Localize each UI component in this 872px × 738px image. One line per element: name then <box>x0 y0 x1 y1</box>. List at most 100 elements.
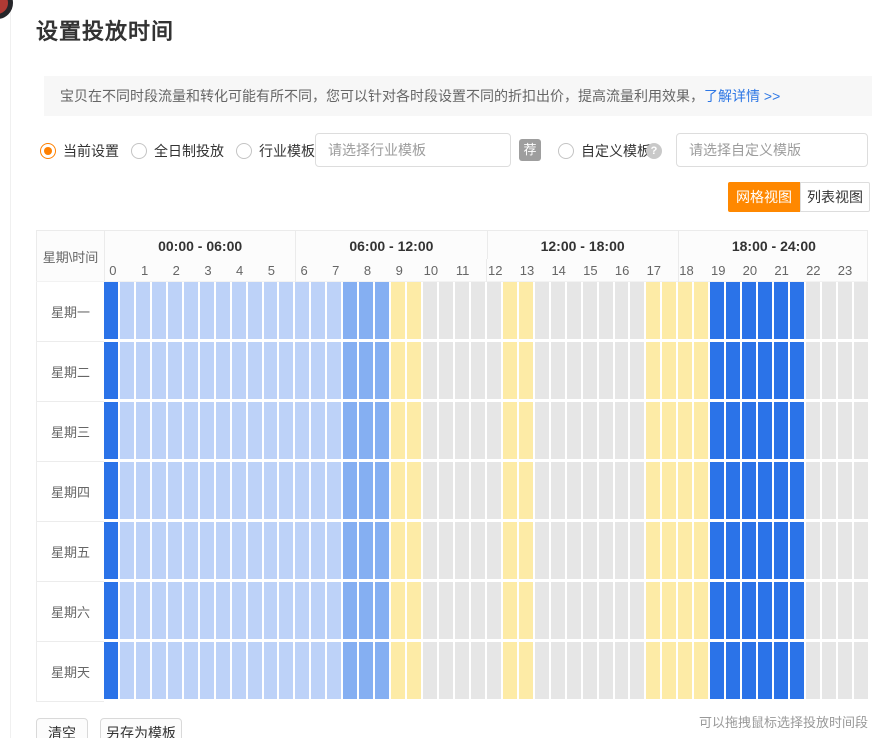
time-slot-cell[interactable] <box>646 522 660 579</box>
time-slot-cell[interactable] <box>694 582 708 639</box>
time-slot-cell[interactable] <box>136 462 150 519</box>
time-slot-cell[interactable] <box>359 462 373 519</box>
time-slot-cell[interactable] <box>630 402 644 459</box>
time-slot-cell[interactable] <box>567 282 581 339</box>
time-slot-cell[interactable] <box>487 582 501 639</box>
time-slot-cell[interactable] <box>567 522 581 579</box>
time-slot-cell[interactable] <box>503 522 517 579</box>
time-slot-cell[interactable] <box>551 582 565 639</box>
time-slot-cell[interactable] <box>343 282 357 339</box>
time-slot-cell[interactable] <box>184 342 198 399</box>
time-slot-cell[interactable] <box>487 282 501 339</box>
time-slot-cell[interactable] <box>662 402 676 459</box>
time-slot-cell[interactable] <box>694 342 708 399</box>
time-slot-cell[interactable] <box>519 522 533 579</box>
time-slot-cell[interactable] <box>359 522 373 579</box>
time-slot-cell[interactable] <box>854 402 868 459</box>
time-slot-cell[interactable] <box>630 642 644 699</box>
time-slot-cell[interactable] <box>790 282 804 339</box>
time-slot-cell[interactable] <box>232 462 246 519</box>
time-slot-cell[interactable] <box>630 522 644 579</box>
time-slot-cell[interactable] <box>567 582 581 639</box>
time-slot-cell[interactable] <box>311 462 325 519</box>
time-slot-cell[interactable] <box>854 282 868 339</box>
time-slot-cell[interactable] <box>311 582 325 639</box>
time-slot-cell[interactable] <box>838 522 852 579</box>
time-slot-cell[interactable] <box>391 462 405 519</box>
time-slot-cell[interactable] <box>646 642 660 699</box>
time-slot-cell[interactable] <box>407 522 421 579</box>
option-all-day[interactable]: 全日制投放 <box>131 133 224 169</box>
time-slot-cell[interactable] <box>551 642 565 699</box>
time-slot-cell[interactable] <box>216 402 230 459</box>
time-slot-cell[interactable] <box>327 402 341 459</box>
time-slot-cell[interactable] <box>662 642 676 699</box>
time-slot-cell[interactable] <box>662 282 676 339</box>
time-slot-cell[interactable] <box>519 462 533 519</box>
time-slot-cell[interactable] <box>758 342 772 399</box>
time-slot-cell[interactable] <box>343 522 357 579</box>
time-slot-cell[interactable] <box>359 282 373 339</box>
time-slot-cell[interactable] <box>567 462 581 519</box>
time-slot-cell[interactable] <box>168 462 182 519</box>
time-slot-cell[interactable] <box>806 642 820 699</box>
time-slot-cell[interactable] <box>615 342 629 399</box>
time-slot-cell[interactable] <box>726 642 740 699</box>
time-slot-cell[interactable] <box>200 582 214 639</box>
time-slot-cell[interactable] <box>838 342 852 399</box>
radio-all-day[interactable] <box>131 143 147 159</box>
time-slot-cell[interactable] <box>838 402 852 459</box>
time-slot-cell[interactable] <box>120 342 134 399</box>
time-slot-cell[interactable] <box>184 582 198 639</box>
time-slot-cell[interactable] <box>662 462 676 519</box>
time-slot-cell[interactable] <box>742 282 756 339</box>
time-slot-cell[interactable] <box>551 522 565 579</box>
time-slot-cell[interactable] <box>471 642 485 699</box>
time-slot-cell[interactable] <box>375 582 389 639</box>
time-slot-cell[interactable] <box>790 342 804 399</box>
time-slot-cell[interactable] <box>471 402 485 459</box>
time-slot-cell[interactable] <box>822 282 836 339</box>
time-slot-cell[interactable] <box>742 402 756 459</box>
time-slot-cell[interactable] <box>678 582 692 639</box>
time-slot-cell[interactable] <box>455 582 469 639</box>
time-slot-cell[interactable] <box>583 462 597 519</box>
time-slot-cell[interactable] <box>742 342 756 399</box>
time-slot-cell[interactable] <box>678 462 692 519</box>
time-slot-cell[interactable] <box>248 402 262 459</box>
time-slot-cell[interactable] <box>359 642 373 699</box>
time-slot-cell[interactable] <box>774 462 788 519</box>
time-slot-cell[interactable] <box>200 402 214 459</box>
time-slot-cell[interactable] <box>375 402 389 459</box>
time-slot-cell[interactable] <box>184 282 198 339</box>
time-slot-cell[interactable] <box>439 582 453 639</box>
time-slot-cell[interactable] <box>407 462 421 519</box>
time-slot-cell[interactable] <box>806 282 820 339</box>
time-slot-cell[interactable] <box>327 522 341 579</box>
time-slot-cell[interactable] <box>264 402 278 459</box>
time-slot-cell[interactable] <box>439 402 453 459</box>
time-slot-cell[interactable] <box>599 462 613 519</box>
time-slot-cell[interactable] <box>279 282 293 339</box>
time-slot-cell[interactable] <box>535 462 549 519</box>
time-slot-cell[interactable] <box>295 402 309 459</box>
time-slot-cell[interactable] <box>391 642 405 699</box>
time-slot-cell[interactable] <box>630 582 644 639</box>
time-slot-cell[interactable] <box>662 342 676 399</box>
time-slot-cell[interactable] <box>583 342 597 399</box>
time-slot-cell[interactable] <box>375 642 389 699</box>
time-slot-cell[interactable] <box>264 462 278 519</box>
time-slot-cell[interactable] <box>184 402 198 459</box>
time-slot-cell[interactable] <box>232 582 246 639</box>
time-slot-cell[interactable] <box>535 342 549 399</box>
time-slot-cell[interactable] <box>359 402 373 459</box>
time-slot-cell[interactable] <box>104 522 118 579</box>
time-slot-cell[interactable] <box>758 582 772 639</box>
time-slot-cell[interactable] <box>710 642 724 699</box>
time-slot-cell[interactable] <box>311 402 325 459</box>
time-slot-cell[interactable] <box>295 642 309 699</box>
time-slot-cell[interactable] <box>583 582 597 639</box>
time-slot-cell[interactable] <box>503 582 517 639</box>
time-slot-cell[interactable] <box>726 462 740 519</box>
time-slot-cell[interactable] <box>551 462 565 519</box>
